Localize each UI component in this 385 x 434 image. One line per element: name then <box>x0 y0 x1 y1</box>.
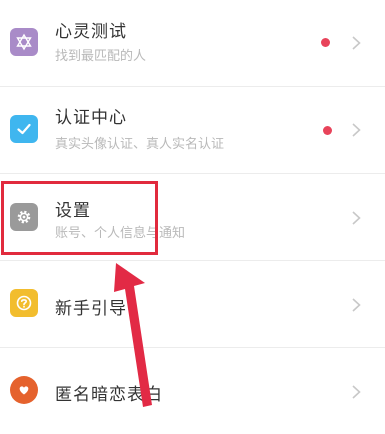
arrow-annotation <box>114 263 152 407</box>
